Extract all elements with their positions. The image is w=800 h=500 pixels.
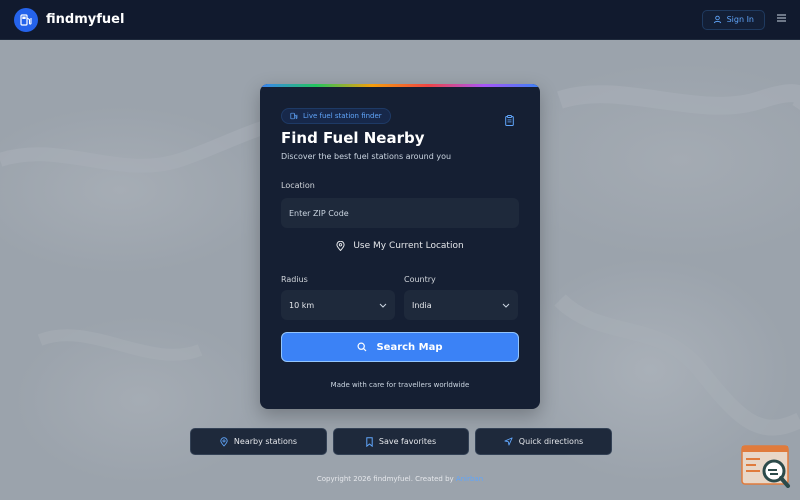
copyright-text: Copyright 2026 findmyfuel. Created by (316, 475, 454, 483)
clipboard-icon[interactable] (505, 111, 514, 130)
map-pin-icon (220, 436, 228, 447)
current-location-label: Use My Current Location (353, 241, 464, 251)
sign-in-button[interactable]: Sign In (701, 9, 765, 30)
search-map-label: Search Map (376, 341, 443, 353)
save-favorites-button[interactable]: Save favorites (333, 428, 469, 455)
brand[interactable]: findmyfuel (14, 7, 125, 32)
sign-in-label: Sign In (726, 15, 754, 24)
use-current-location-button[interactable]: Use My Current Location (281, 237, 519, 255)
search-map-button[interactable]: Search Map (281, 332, 519, 362)
badge-label: Live fuel station finder (303, 112, 382, 120)
save-favorites-label: Save favorites (378, 437, 437, 446)
country-label: Country (404, 275, 436, 284)
location-label: Location (281, 181, 315, 190)
chevron-down-icon (379, 303, 387, 308)
chevron-down-icon (502, 303, 510, 308)
country-value: India (412, 300, 432, 310)
copyright-footer: Copyright 2026 findmyfuel. Created by An… (0, 475, 800, 483)
top-navbar: findmyfuel Sign In (0, 0, 800, 40)
card-subtitle: Discover the best fuel stations around y… (281, 152, 452, 161)
user-icon (713, 15, 721, 24)
nearby-stations-button[interactable]: Nearby stations (190, 428, 327, 455)
navigation-arrow-icon (504, 437, 513, 446)
quick-directions-button[interactable]: Quick directions (475, 428, 612, 455)
card-title: Find Fuel Nearby (281, 129, 425, 147)
country-select[interactable]: India (404, 290, 518, 320)
search-icon (357, 342, 367, 352)
map-pin-icon (336, 241, 345, 251)
hamburger-menu-icon[interactable] (777, 14, 786, 25)
search-card: Live fuel station finder Find Fuel Nearb… (260, 84, 540, 409)
zip-code-input[interactable] (281, 198, 519, 228)
radius-select[interactable]: 10 km (281, 290, 395, 320)
fuel-pump-icon (290, 112, 298, 120)
feedback-widget-icon[interactable] (741, 445, 791, 488)
card-footnote: Made with care for travellers worldwide (330, 381, 470, 389)
nearby-stations-label: Nearby stations (233, 437, 298, 446)
brand-name: findmyfuel (46, 12, 125, 27)
quick-directions-label: Quick directions (518, 437, 584, 446)
fuel-pump-icon (14, 7, 38, 32)
radius-label: Radius (281, 275, 308, 284)
radius-value: 10 km (289, 300, 315, 310)
live-finder-badge: Live fuel station finder (281, 108, 391, 124)
bookmark-icon (366, 436, 373, 447)
quick-actions: Nearby stations Save favorites Quick dir… (190, 428, 612, 455)
author-link[interactable]: Anirban (456, 475, 483, 483)
